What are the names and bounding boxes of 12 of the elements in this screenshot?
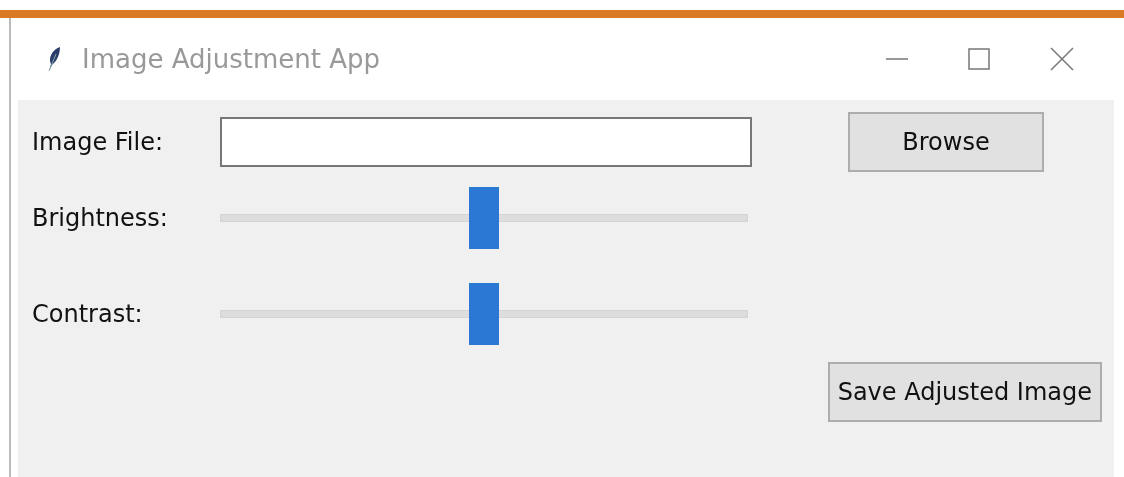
close-icon[interactable] xyxy=(1050,47,1074,71)
browse-button[interactable]: Browse xyxy=(848,112,1044,172)
slider-label: Contrast: xyxy=(32,300,144,328)
maximize-icon[interactable] xyxy=(968,48,990,70)
slider-thumb[interactable] xyxy=(469,283,499,345)
slider-label: Brightness: xyxy=(32,204,169,232)
save-button[interactable]: Save Adjusted Image xyxy=(827,362,1102,422)
slider-thumb[interactable] xyxy=(469,187,499,249)
window-title: Image Adjustment App xyxy=(82,44,382,74)
feather-icon xyxy=(46,46,62,72)
input-field[interactable] xyxy=(220,117,752,167)
field-label: Image File: xyxy=(32,128,165,156)
